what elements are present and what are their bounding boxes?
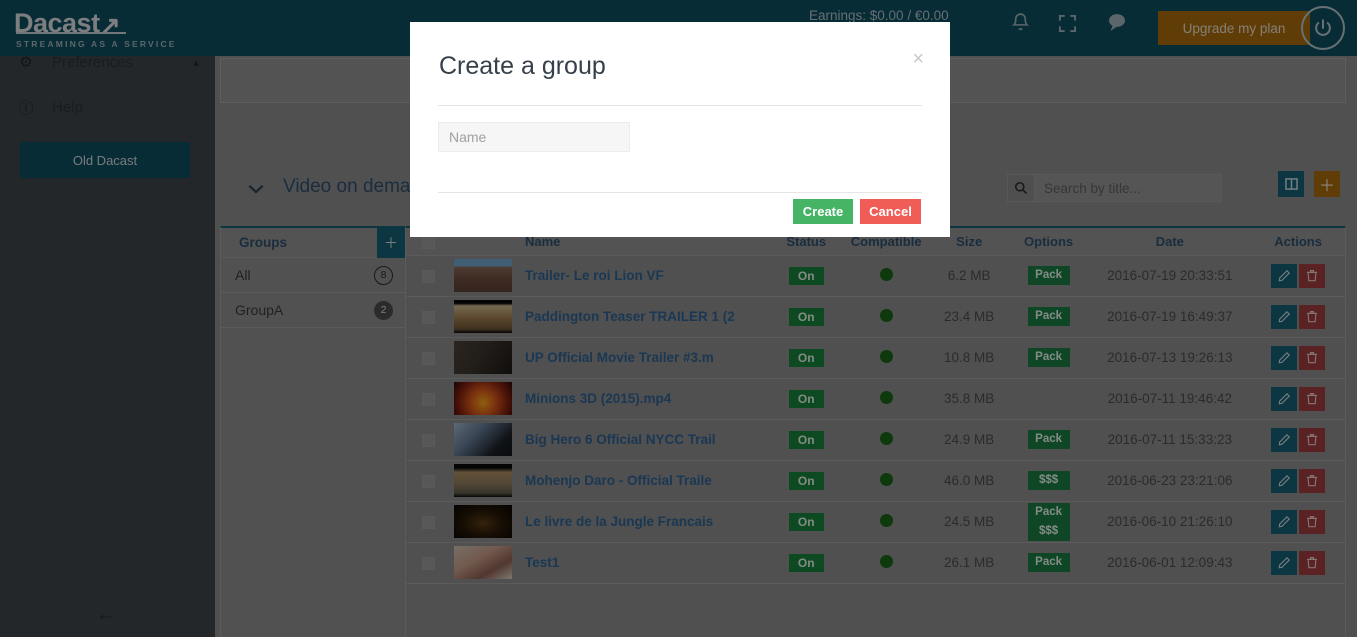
- group-name-input[interactable]: [438, 122, 630, 152]
- modal-divider-bottom: [438, 192, 922, 193]
- modal-divider-top: [438, 105, 922, 106]
- cancel-button[interactable]: Cancel: [860, 199, 921, 224]
- create-group-modal: Create a group × Create Cancel: [410, 22, 950, 237]
- modal-title: Create a group: [439, 52, 606, 80]
- app-root: Dacast↗ STREAMING AS A SERVICE ⚙ Prefere…: [0, 0, 1357, 637]
- close-icon[interactable]: ×: [912, 49, 924, 69]
- create-button[interactable]: Create: [793, 199, 853, 224]
